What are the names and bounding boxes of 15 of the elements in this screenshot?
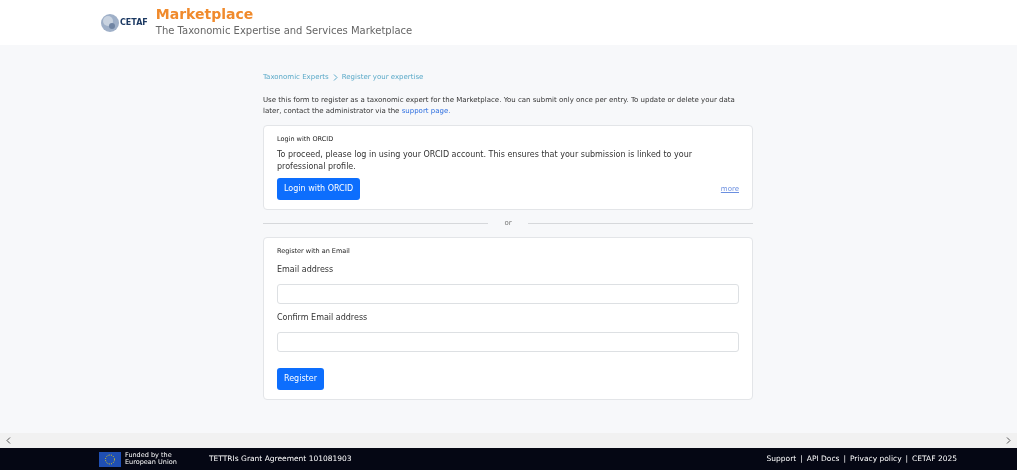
site-title[interactable]: Marketplace	[155, 7, 413, 23]
flag-icon	[99, 451, 121, 467]
logo-text: CETAF	[120, 16, 148, 29]
login-button[interactable]: Login with ORCID	[277, 178, 361, 201]
input-field[interactable]	[277, 284, 739, 305]
input-field[interactable]	[277, 332, 739, 353]
chevron-icon	[332, 73, 338, 81]
card-text: To proceed, please log in using your ORCID account. This ensures that your submission is linked to your professional profile.	[277, 148, 694, 174]
scroll-left-icon[interactable]	[6, 437, 11, 444]
site-subtitle: The Taxonomic Expertise and Services Marketplace	[155, 23, 413, 38]
scrollbar[interactable]	[0, 433, 1017, 448]
register-button[interactable]: Register	[277, 368, 324, 391]
scroll-right-icon[interactable]	[1006, 437, 1011, 444]
field-label: Email address	[277, 264, 335, 277]
field-label: Confirm Email address	[277, 312, 369, 325]
